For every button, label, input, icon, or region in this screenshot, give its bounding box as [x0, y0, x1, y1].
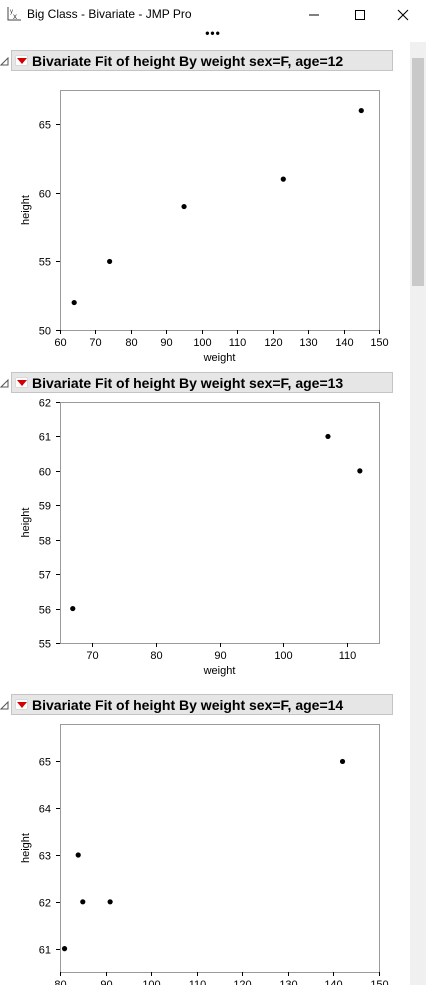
minimize-icon	[309, 14, 319, 16]
y-tick-label: 64	[39, 804, 51, 816]
plot-frame	[60, 90, 380, 331]
x-tick-label: 70	[89, 337, 101, 349]
y-tick-label: 60	[39, 189, 51, 201]
y-tick-label: 65	[39, 120, 51, 132]
y-axis-label: height	[20, 833, 32, 863]
x-tick-label: 100	[142, 979, 160, 985]
y-axis-label: height	[20, 195, 32, 225]
data-point[interactable]	[70, 605, 76, 612]
y-tick-label: 56	[39, 605, 51, 617]
y-tick-label: 57	[39, 570, 51, 582]
data-point[interactable]	[75, 852, 81, 858]
y-tick-label: 65	[39, 757, 51, 769]
scatter-plot: 70 80 90 100 110 55 56 57 58 59 60 61 62 weight height	[20, 398, 380, 677]
x-tick-label: 60	[54, 337, 66, 349]
y-tick-label: 61	[39, 945, 51, 957]
x-tick-label: 80	[150, 650, 162, 662]
data-point[interactable]	[80, 899, 86, 905]
data-point[interactable]	[107, 899, 113, 905]
x-tick-label: 150	[370, 337, 388, 349]
x-tick-label: 80	[125, 337, 137, 349]
data-point[interactable]	[280, 176, 286, 182]
x-tick-label: 90	[214, 650, 226, 662]
y-tick-label: 59	[39, 501, 51, 513]
close-icon	[397, 9, 409, 21]
x-tick-label: 110	[189, 979, 207, 985]
x-tick-label: 100	[193, 337, 211, 349]
x-tick-label: 80	[54, 979, 66, 985]
data-point[interactable]	[325, 433, 331, 440]
y-tick-label: 62	[39, 398, 51, 410]
x-tick-label: 130	[299, 337, 317, 349]
x-tick-label: 120	[233, 979, 251, 985]
data-point[interactable]	[339, 758, 346, 765]
x-tick-label: 90	[160, 337, 172, 349]
minimize-button[interactable]	[291, 0, 337, 30]
y-tick-label: 50	[39, 326, 51, 338]
maximize-button[interactable]	[337, 0, 383, 30]
x-tick-label: 120	[264, 337, 282, 349]
close-button[interactable]	[380, 0, 426, 30]
y-tick-label: 62	[39, 898, 51, 910]
x-tick-label: 130	[279, 979, 297, 985]
x-axis-label: weight	[203, 665, 236, 677]
y-tick-label: 58	[39, 536, 51, 548]
maximize-icon	[355, 10, 365, 20]
x-tick-label: 70	[86, 650, 98, 662]
y-tick-label: 63	[39, 851, 51, 863]
window-title: Big Class - Bivariate - JMP Pro	[27, 7, 192, 21]
data-point[interactable]	[357, 468, 363, 474]
y-axis-label: height	[20, 508, 32, 538]
x-tick-label: 140	[324, 979, 342, 985]
plot-frame	[60, 724, 380, 973]
y-tick-label: 60	[39, 467, 51, 479]
x-axis-label: weight	[203, 352, 236, 364]
y-tick-label: 61	[39, 432, 51, 444]
vertical-scrollbar[interactable]	[410, 42, 426, 985]
x-tick-label: 140	[335, 337, 353, 349]
report-content: Bivariate Fit of height By weight sex=F,…	[0, 42, 410, 985]
x-tick-label: 110	[229, 337, 247, 349]
x-tick-label: 100	[274, 650, 292, 662]
data-point[interactable]	[358, 107, 364, 114]
scatter-plot: 60 70 80 90 100 110 120 130 140 150 50 55 60 65 weight…	[20, 90, 389, 364]
data-point[interactable]	[107, 258, 113, 265]
y-tick-label: 55	[39, 257, 51, 269]
jmp-yx-icon: y x	[7, 7, 21, 21]
y-tick-label: 55	[39, 639, 51, 651]
plot-frame	[60, 402, 380, 644]
toolbar-overflow-button[interactable]: •••	[0, 27, 426, 42]
x-tick-label: 150	[370, 979, 388, 985]
svg-text:x: x	[13, 12, 17, 21]
data-point[interactable]	[61, 946, 68, 952]
scrollbar-thumb[interactable]	[412, 58, 424, 286]
scatter-plot: 80 90 100 110 120 130 140 150 61 62 63 64 65 height	[20, 724, 389, 985]
data-point[interactable]	[71, 299, 77, 306]
x-tick-label: 110	[339, 650, 357, 662]
x-tick-label: 90	[100, 979, 112, 985]
data-point[interactable]	[181, 203, 187, 210]
